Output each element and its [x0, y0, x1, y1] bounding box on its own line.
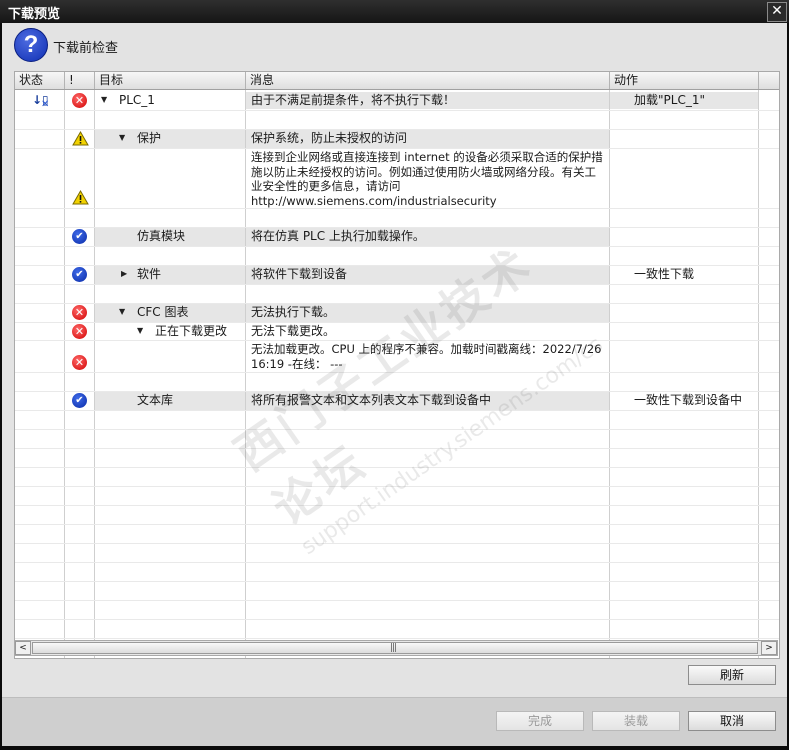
grid-line [15, 265, 779, 266]
warning-icon [72, 190, 89, 205]
refresh-button[interactable]: 刷新 [688, 665, 776, 685]
cancel-button[interactable]: 取消 [688, 711, 776, 731]
error-icon: ✕ [72, 355, 87, 370]
grid-line [15, 638, 779, 639]
grid-line [15, 543, 779, 544]
grid-line [15, 391, 779, 392]
scroll-grip: ||| [390, 643, 397, 653]
grid-line [15, 410, 779, 411]
column-header-target[interactable]: 目标 [95, 72, 246, 89]
message-cell: 将在仿真 PLC 上执行加载操作。 [251, 229, 425, 243]
action-cell[interactable]: 一致性下载到设备中 [634, 393, 742, 408]
expand-triangle-icon[interactable]: ▼ [119, 130, 125, 145]
close-button[interactable]: ✕ [767, 2, 787, 22]
message-cell: 无法执行下载。 [251, 305, 336, 319]
grid-line [15, 467, 779, 468]
collapse-triangle-icon[interactable]: ▶ [121, 266, 127, 281]
grid-line [15, 524, 779, 525]
target-plc[interactable]: PLC_1 [119, 93, 155, 108]
grid-line [15, 619, 779, 620]
dialog-header: ? 下载前检查 [2, 23, 787, 71]
grid-line [15, 505, 779, 506]
message-cell: 保护系统，防止未授权的访问 [251, 131, 408, 145]
grid-line [15, 148, 779, 149]
column-header-flag[interactable]: ! [65, 72, 95, 89]
grid-line [15, 340, 779, 341]
column-header-status[interactable]: 状态 [15, 72, 65, 89]
target-simulation[interactable]: 仿真模块 [137, 229, 185, 244]
grid-line [15, 110, 779, 111]
title-bar: 下载预览 ✕ [0, 0, 789, 23]
message-cell: 无法下载更改。 [251, 324, 336, 338]
horizontal-scrollbar[interactable]: < ||| > [14, 640, 778, 656]
dialog-client: ? 下载前检查 状态 ! 目标 消息 动作 ↓▯ ✕ ✕ ▼ PLC_1 由于不… [2, 23, 787, 746]
expand-triangle-icon[interactable]: ▼ [137, 323, 143, 338]
action-cell[interactable]: 一致性下载 [634, 267, 694, 282]
expand-triangle-icon[interactable]: ▼ [101, 92, 107, 107]
grid-line [15, 246, 779, 247]
action-cell[interactable]: 加载"PLC_1" [634, 93, 705, 108]
target-text-library[interactable]: 文本库 [137, 393, 173, 408]
grid-line [15, 227, 779, 228]
column-header-filler [759, 72, 779, 89]
target-cfc[interactable]: CFC 图表 [137, 305, 188, 320]
ok-icon: ✔ [72, 393, 87, 408]
header-title: 下载前检查 [53, 41, 119, 56]
message-cell: 由于不满足前提条件，将不执行下载！ [251, 93, 456, 107]
scroll-right-button[interactable]: > [761, 641, 777, 655]
error-icon: ✕ [72, 93, 87, 108]
error-icon: ✕ [72, 324, 87, 339]
table-body: ↓▯ ✕ ✕ ▼ PLC_1 由于不满足前提条件，将不执行下载！ 加载"PLC_1… [15, 90, 779, 658]
grid-line [15, 322, 779, 323]
target-downloading-changes[interactable]: 正在下载更改 [155, 324, 227, 339]
grid-line [15, 208, 779, 209]
grid-line [15, 562, 779, 563]
scroll-left-button[interactable]: < [15, 641, 31, 655]
grid-line [15, 581, 779, 582]
grid-line [15, 448, 779, 449]
table-header: 状态 ! 目标 消息 动作 [15, 72, 779, 90]
grid-line [15, 600, 779, 601]
dialog-footer: 完成 装载 取消 [2, 697, 787, 746]
grid-line [15, 429, 779, 430]
question-icon: ? [14, 28, 48, 62]
grid-line [15, 129, 779, 130]
target-software[interactable]: 软件 [137, 267, 161, 282]
grid-line [15, 486, 779, 487]
target-protection[interactable]: 保护 [137, 131, 161, 146]
window-title: 下载预览 [8, 7, 61, 22]
column-header-action[interactable]: 动作 [610, 72, 759, 89]
column-header-message[interactable]: 消息 [246, 72, 610, 89]
load-button[interactable]: 装载 [592, 711, 680, 731]
warning-icon [72, 131, 89, 146]
row-shade [95, 266, 610, 284]
error-icon: ✕ [72, 305, 87, 320]
grid-line [15, 303, 779, 304]
expand-triangle-icon[interactable]: ▼ [119, 304, 125, 319]
message-cell: 将所有报警文本和文本列表文本下载到设备中 [251, 393, 492, 407]
grid-line [758, 90, 759, 658]
grid-line [15, 284, 779, 285]
message-cell: 将软件下载到设备 [251, 267, 348, 281]
download-to-device-icon: ↓▯ ✕ [32, 93, 50, 110]
grid-line [15, 372, 779, 373]
grid-line [64, 90, 65, 658]
grid-line [609, 90, 610, 658]
grid-line [245, 90, 246, 658]
download-check-table: 状态 ! 目标 消息 动作 ↓▯ ✕ ✕ ▼ PLC_1 由于不满足前提条件，将… [14, 71, 780, 659]
message-cell-incompatible: 无法加载更改。CPU 上的程序不兼容。加载时间戳离线：2022/7/26 16:… [251, 342, 602, 371]
ok-icon: ✔ [72, 267, 87, 282]
finish-button[interactable]: 完成 [496, 711, 584, 731]
message-cell-security: 连接到企业网络或直接连接到 internet 的设备必须采取合适的保护措施以防止… [251, 150, 603, 208]
scroll-thumb[interactable]: ||| [32, 642, 758, 654]
grid-line [94, 90, 95, 658]
ok-icon: ✔ [72, 229, 87, 244]
